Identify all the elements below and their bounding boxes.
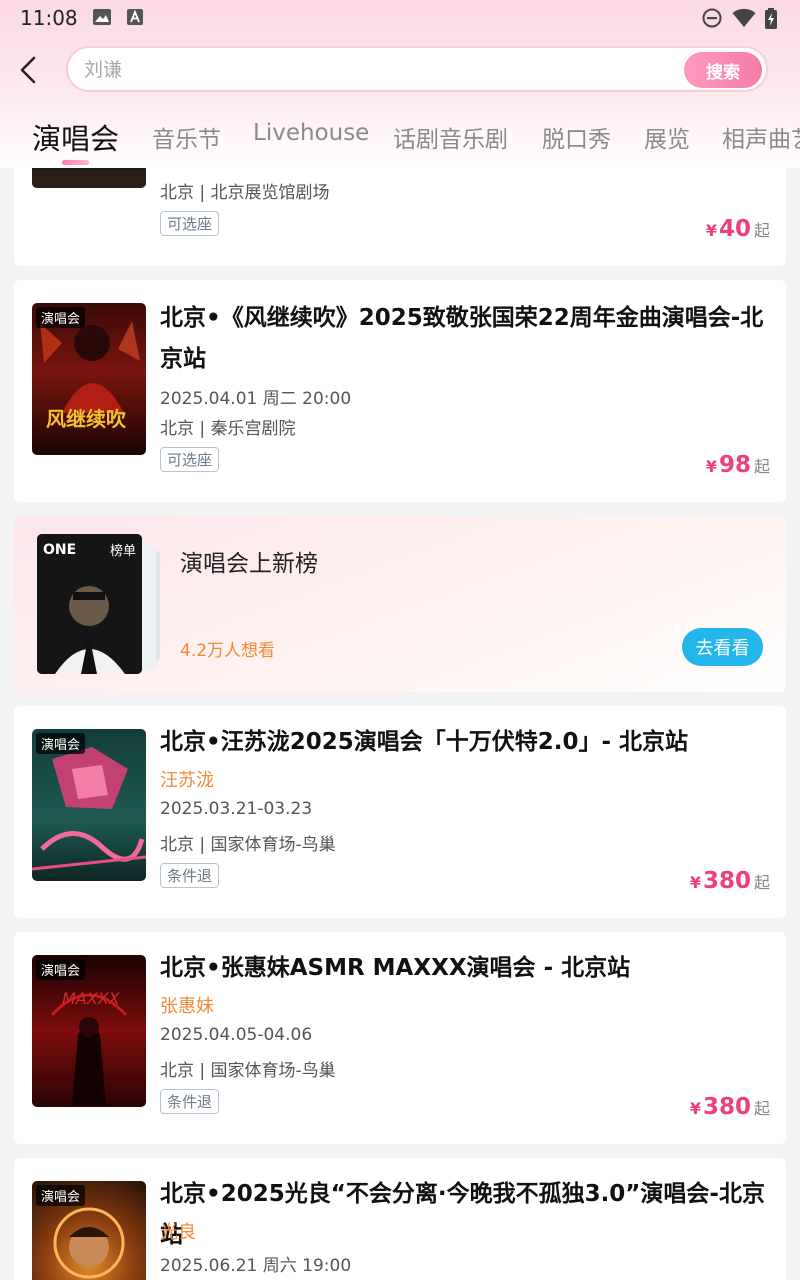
event-poster: 演唱会 [32,1181,146,1280]
search-button[interactable]: 搜索 [684,52,762,88]
category-tabs: 演唱会 音乐节 Livehouse 话剧音乐剧 脱口秀 展览 相声曲艺 [0,112,800,168]
event-venue: 北京 | 秦乐宫剧院 [160,419,296,439]
price-currency: ¥ [705,221,717,240]
price-value: 40 [718,216,751,242]
price-currency: ¥ [689,873,701,892]
event-date: 2025.04.05-04.06 [160,1025,313,1045]
event-poster: 风继续吹 演唱会 [32,303,146,455]
event-badge: 条件退 [160,1089,220,1114]
battery-icon [764,8,778,34]
price-suffix: 起 [753,873,770,892]
event-card[interactable]: 演唱会 北京•汪苏泷2025演唱会「十万伏特2.0」- 北京站 汪苏泷 2025… [14,706,786,918]
active-tab-indicator [62,160,89,165]
event-artist: 张惠妹 [160,996,214,1017]
event-date: 2025.03.21-03.23 [160,799,313,819]
poster-tag: 演唱会 [36,307,86,328]
event-artist: 光良 [160,1222,196,1243]
event-date: 2025.06.21 周六 19:00 [160,1256,352,1276]
tab-music-festival[interactable]: 音乐节 [152,120,221,154]
event-title: 北京•汪苏泷2025演唱会「十万伏特2.0」- 北京站 [160,729,689,755]
back-button[interactable] [14,52,44,88]
wifi-icon [732,8,756,32]
ranking-poster-text: ONE [43,542,77,558]
search-box: 搜索 [66,46,768,92]
price-suffix: 起 [753,1099,770,1118]
event-price: ¥ 380 起 [690,1094,770,1120]
poster-title-text: 风继续吹 [46,407,126,431]
event-title: 北京•张惠妹ASMR MAXXX演唱会 - 北京站 [160,955,631,981]
event-poster: MAXXX 演唱会 [32,955,146,1107]
price-value: 380 [702,1094,751,1120]
price-currency: ¥ [705,457,717,476]
event-badge: 条件退 [160,863,220,888]
event-venue: 北京 | 国家体育场-鸟巢 [160,835,336,855]
ranking-want-count: 4.2万人想看 [180,641,276,661]
price-value: 98 [718,452,751,478]
price-value: 380 [702,868,751,894]
event-badge: 可选座 [160,447,220,472]
poster-tag: 演唱会 [36,959,86,980]
image-icon [92,8,112,30]
dnd-icon [702,8,722,32]
event-poster: 演唱会 [32,729,146,881]
event-venue: 北京 | 国家体育场-鸟巢 [160,1061,336,1081]
event-price: ¥ 380 起 [690,868,770,894]
ranking-view-button[interactable]: 去看看 [682,628,763,666]
price-suffix: 起 [753,221,770,240]
ranking-tag: 榜单 [109,544,136,559]
price-currency: ¥ [689,1099,701,1118]
status-bar: 11:08 [0,0,800,38]
font-icon [126,8,144,30]
tab-crosstalk[interactable]: 相声曲艺 [722,120,800,154]
event-price: ¥ 98 起 [706,452,770,478]
event-title: 北京•2025光良“不会分离·今晚我不孤独3.0”演唱会-北京站 [160,1181,765,1248]
price-suffix: 起 [753,457,770,476]
tab-concert[interactable]: 演唱会 [32,116,119,158]
event-card[interactable]: 风继续吹 演唱会 北京•《风继续吹》2025致敬张国荣22周年金曲演唱会-北京站… [14,280,786,502]
poster-tag: 演唱会 [36,733,86,754]
tab-exhibition[interactable]: 展览 [644,120,690,154]
ranking-card[interactable]: ONE 榜单 演唱会上新榜 4.2万人想看 去看看 [14,516,786,692]
event-venue: 北京 | 北京展览馆剧场 [160,183,330,203]
status-time: 11:08 [20,6,78,30]
tab-standup-comedy[interactable]: 脱口秀 [542,120,611,154]
event-title: 北京•《风继续吹》2025致敬张国荣22周年金曲演唱会-北京站 [160,305,764,372]
search-input[interactable] [84,56,644,84]
event-artist: 汪苏泷 [160,770,214,791]
tab-livehouse[interactable]: Livehouse [253,120,369,146]
event-price: ¥ 40 起 [706,216,770,242]
event-date: 2025.04.01 周二 20:00 [160,389,352,409]
event-badge: 可选座 [160,211,220,236]
poster-tag: 演唱会 [36,1185,86,1206]
ranking-poster: ONE 榜单 [37,534,142,674]
ranking-title: 演唱会上新榜 [180,551,318,577]
event-card[interactable]: MAXXX 演唱会 北京•张惠妹ASMR MAXXX演唱会 - 北京站 张惠妹 … [14,932,786,1144]
poster-title-text: MAXXX [62,989,120,1008]
tab-drama-musical[interactable]: 话剧音乐剧 [393,120,508,154]
event-card[interactable]: 演唱会 北京•2025光良“不会分离·今晚我不孤独3.0”演唱会-北京站 光良 … [14,1158,786,1280]
header: 11:08 搜索 演唱会 音乐节 Livehouse 话剧音乐剧 脱口秀 展览 … [0,0,800,168]
